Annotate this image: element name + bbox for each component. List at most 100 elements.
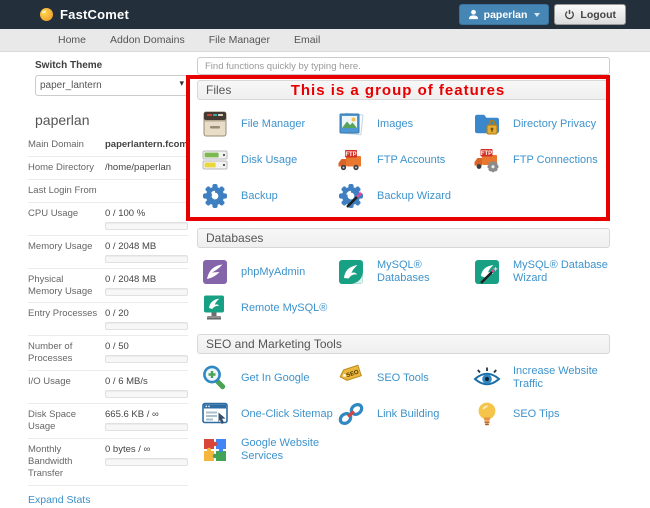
- feature-file-manager[interactable]: File Manager: [199, 108, 335, 140]
- feature-label: FTP Accounts: [377, 153, 446, 166]
- one-click-sitemap-icon: [199, 399, 231, 429]
- stat-value: 0 / 20: [105, 308, 129, 320]
- feature-label: Get In Google: [241, 371, 310, 384]
- stat-value: paperlantern.fcom…: [105, 139, 188, 150]
- stat-progress-bar: [105, 457, 188, 466]
- stat-row-monthly-bandwidth-transfer: Monthly Bandwidth Transfer 0 bytes / ∞: [28, 439, 188, 486]
- feature-seo-tools[interactable]: SEO SEO Tools: [335, 362, 471, 394]
- svg-text:FTP: FTP: [481, 151, 492, 157]
- nav-item-home[interactable]: Home: [58, 34, 86, 46]
- feature-backup-wizard[interactable]: Backup Wizard: [335, 180, 471, 212]
- nav-item-email[interactable]: Email: [294, 34, 320, 46]
- feature-label: Remote MySQL®: [241, 301, 328, 314]
- theme-select-wrap: paper_lantern: [35, 75, 190, 96]
- mysql-database-wizard-icon: [471, 257, 503, 287]
- stat-value: 0 / 2048 MB: [105, 240, 157, 252]
- feature-label: Images: [377, 117, 414, 130]
- feature-label: Increase Website Traffic: [513, 365, 598, 390]
- backup-wizard-icon: [335, 181, 367, 211]
- feature-ftp-accounts[interactable]: FTP FTP Accounts: [335, 144, 471, 176]
- stat-progress-bar: [105, 322, 188, 331]
- stat-label: Main Domain: [28, 139, 84, 150]
- feature-get-in-google[interactable]: Get In Google: [199, 362, 335, 394]
- section-title: Files: [206, 83, 232, 97]
- remote-mysql-icon: [199, 293, 231, 323]
- feature-google-website-services[interactable]: Google Website Services: [199, 434, 335, 466]
- feature-increase-website-traffic[interactable]: Increase Website Traffic: [471, 362, 610, 394]
- feature-ftp-connections[interactable]: FTP FTP Connections: [471, 144, 610, 176]
- stat-label: Physical Memory Usage: [28, 273, 93, 297]
- theme-select[interactable]: paper_lantern: [35, 75, 190, 96]
- section-files: Files File Manager Images Directory Privacy…: [197, 80, 610, 218]
- feature-mysql-database-wizard[interactable]: MySQL® Database Wizard: [471, 256, 610, 288]
- stat-progress-bar: [105, 390, 188, 399]
- backup-icon: [199, 181, 231, 211]
- stat-progress-bar: [105, 287, 188, 296]
- feature-label: phpMyAdmin: [241, 265, 306, 278]
- feature-backup[interactable]: Backup: [199, 180, 335, 212]
- stat-value: 0 / 100 %: [105, 207, 146, 219]
- stat-label: Number of Processes: [28, 341, 73, 365]
- stat-row-disk-space-usage: Disk Space Usage 665.6 KB / ∞: [28, 404, 188, 439]
- stat-row-home-directory: Home Directory/home/paperlan: [28, 157, 188, 180]
- section-header-databases: Databases: [197, 228, 610, 248]
- feature-label: SEO Tips: [513, 407, 560, 420]
- feature-label: Backup Wizard: [377, 189, 451, 202]
- stat-progress-bar: [105, 221, 188, 230]
- logout-button[interactable]: Logout: [554, 4, 626, 25]
- ftp-connections-icon: FTP: [471, 145, 503, 175]
- expand-stats-link[interactable]: Expand Stats: [28, 494, 90, 506]
- feature-phpmyadmin[interactable]: phpMyAdmin: [199, 256, 335, 288]
- brand-logo: FastComet: [40, 7, 129, 22]
- main-content: Files File Manager Images Directory Privacy…: [186, 53, 610, 475]
- increase-website-traffic-icon: [471, 363, 503, 393]
- stat-row-main-domain: Main Domain paperlantern.fcom…: [28, 134, 188, 157]
- user-menu-label: paperlan: [483, 8, 528, 21]
- nav-menu: Home Addon Domains File Manager Email: [0, 29, 650, 52]
- nav-item-file-manager[interactable]: File Manager: [209, 34, 270, 46]
- phpmyadmin-icon: [199, 257, 231, 287]
- seo-tips-icon: [471, 399, 503, 429]
- section-title: Databases: [206, 231, 264, 245]
- directory-privacy-icon: [471, 109, 503, 139]
- sidebar: Switch Theme paper_lantern paperlan Main…: [0, 53, 197, 506]
- feature-seo-tips[interactable]: SEO Tips: [471, 398, 610, 430]
- user-icon: [468, 9, 479, 20]
- feature-one-click-sitemap[interactable]: One-Click Sitemap: [199, 398, 335, 430]
- mysql-databases-icon: [335, 257, 367, 287]
- feature-label: Link Building: [377, 407, 440, 420]
- feature-remote-mysql[interactable]: Remote MySQL®: [199, 292, 335, 324]
- stat-value: 0 bytes / ∞: [105, 443, 151, 455]
- stat-row-number-of-processes: Number of Processes 0 / 50: [28, 336, 188, 372]
- stat-label: Entry Processes: [28, 308, 98, 320]
- section-body: phpMyAdmin MySQL® Databases MySQL® Databas…: [197, 248, 610, 330]
- feature-images[interactable]: Images: [335, 108, 471, 140]
- brand-name: FastComet: [60, 7, 129, 22]
- feature-mysql-databases[interactable]: MySQL® Databases: [335, 256, 471, 288]
- comet-icon: [40, 8, 53, 21]
- stat-row-entry-processes: Entry Processes 0 / 20: [28, 303, 188, 337]
- ftp-accounts-icon: FTP: [335, 145, 367, 175]
- stat-value: 0 / 6 MB/s: [105, 376, 148, 388]
- user-menu-button[interactable]: paperlan: [458, 4, 550, 25]
- link-building-icon: [335, 399, 367, 429]
- feature-directory-privacy[interactable]: Directory Privacy: [471, 108, 610, 140]
- stat-value: 665.6 KB / ∞: [105, 409, 159, 421]
- feature-label: Google Website Services: [241, 437, 320, 462]
- google-website-services-icon: [199, 435, 231, 465]
- feature-link-building[interactable]: Link Building: [335, 398, 471, 430]
- stat-row-cpu-usage: CPU Usage 0 / 100 %: [28, 203, 188, 236]
- stat-label: Memory Usage: [28, 240, 93, 252]
- feature-label: MySQL® Database Wizard: [513, 259, 608, 284]
- nav-item-addon-domains[interactable]: Addon Domains: [110, 34, 185, 46]
- feature-disk-usage[interactable]: Disk Usage: [199, 144, 335, 176]
- svg-text:FTP: FTP: [345, 152, 356, 158]
- search-input[interactable]: [197, 57, 610, 75]
- disk-usage-icon: [199, 145, 231, 175]
- logout-label: Logout: [580, 8, 616, 21]
- stat-row-i-o-usage: I/O Usage 0 / 6 MB/s: [28, 371, 188, 405]
- stat-progress-bar: [105, 355, 188, 364]
- stats-list: Main Domain paperlantern.fcom… Home Direct…: [28, 134, 188, 486]
- section-seo-and-marketing-tools: SEO and Marketing Tools Get In Google SEO S…: [197, 334, 610, 472]
- stat-progress-bar: [105, 254, 188, 263]
